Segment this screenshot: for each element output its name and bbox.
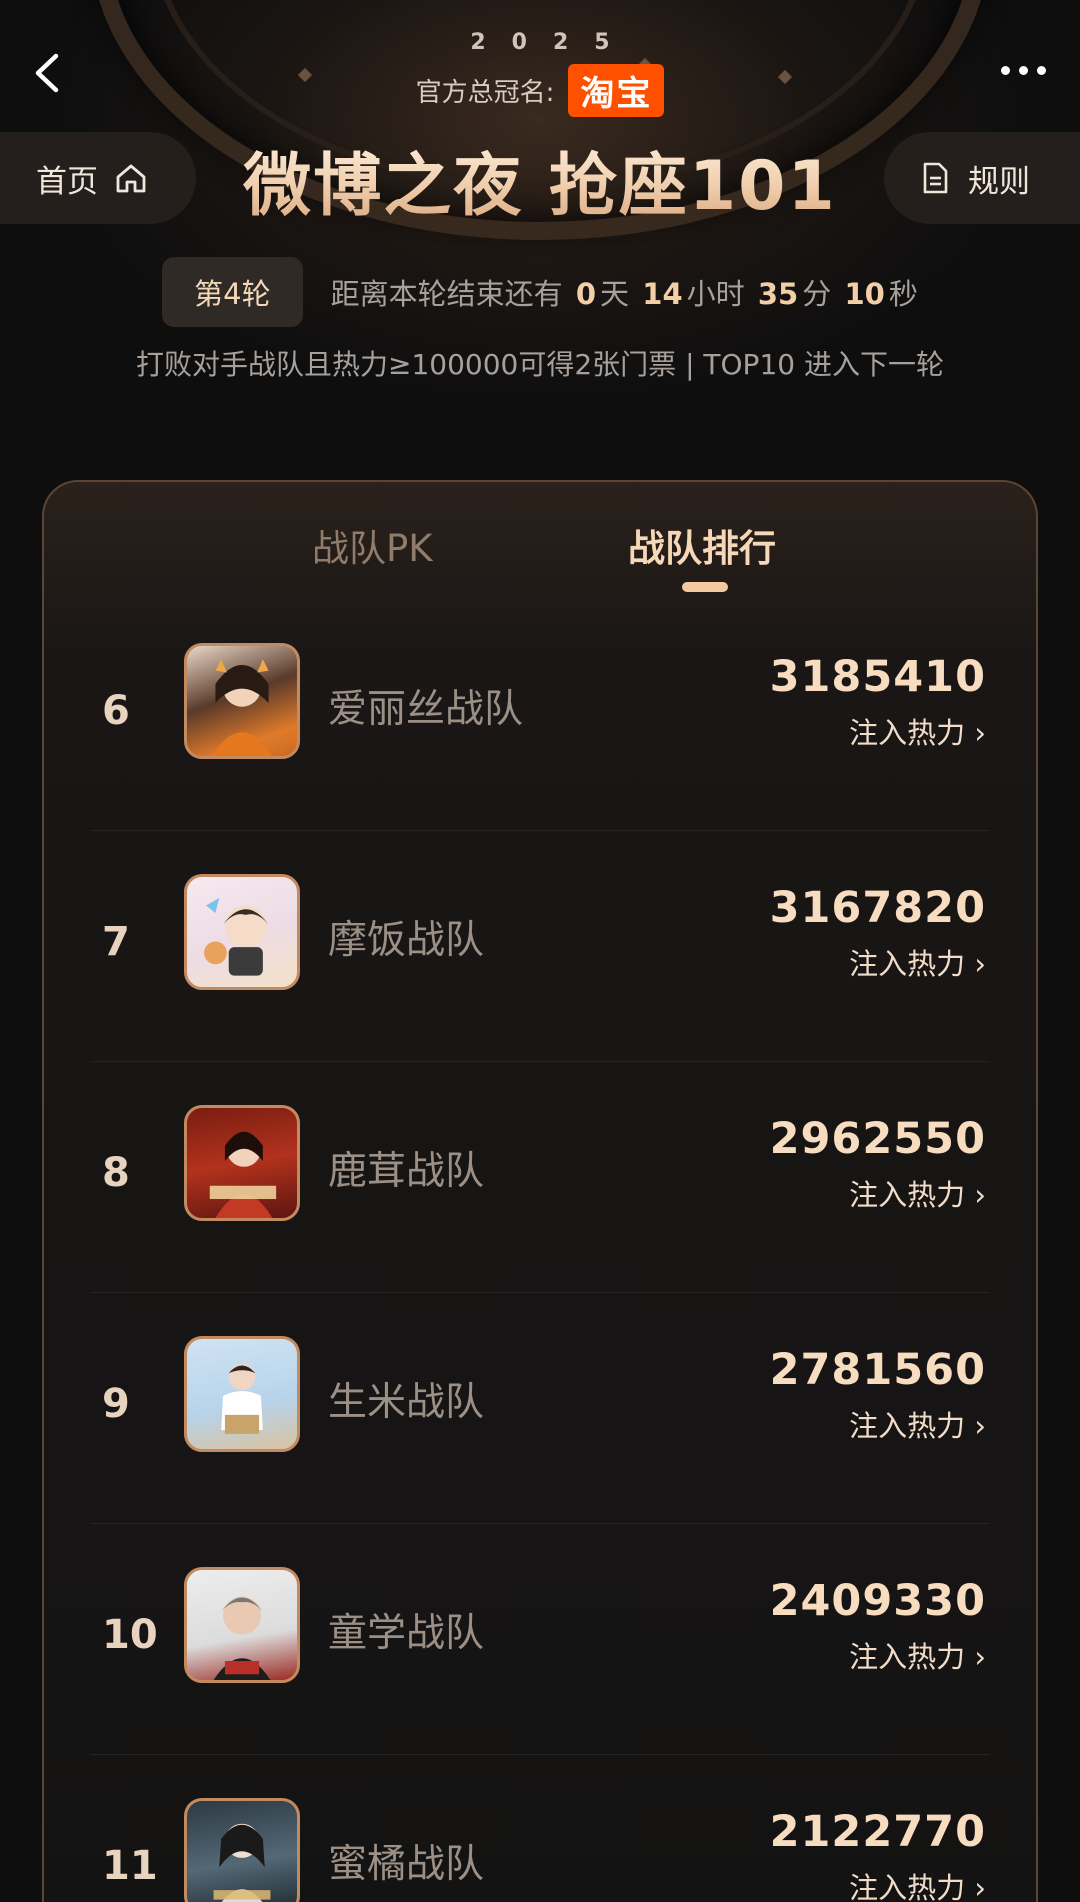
team-avatar: [184, 1105, 300, 1221]
rank-number: 10: [102, 1612, 158, 1658]
inject-heat-link[interactable]: 注入热力 ›: [849, 710, 986, 752]
team-name: 鹿茸战队: [328, 1149, 485, 1194]
rank-number: 9: [102, 1381, 130, 1427]
team-name: 摩饭战队: [328, 918, 485, 963]
page: 2025 官方总冠名: 淘宝 首页 规则 微博之夜 抢座101 第4轮 距离本轮…: [0, 0, 1080, 1902]
round-rule-text: 打败对手战队且热力≥100000可得2张门票 | TOP10 进入下一轮: [136, 348, 944, 381]
team-avatar: [184, 1336, 300, 1452]
list-item[interactable]: 8 鹿茸战队 2962550 注入热力 ›: [42, 1062, 1038, 1293]
team-name: 生米战队: [328, 1380, 485, 1425]
rank-number: 7: [102, 919, 130, 965]
rank-number: 6: [102, 688, 130, 734]
inject-heat-link[interactable]: 注入热力 ›: [849, 941, 986, 983]
inject-heat-link[interactable]: 注入热力 ›: [849, 1172, 986, 1214]
team-name: 爱丽丝战队: [328, 687, 524, 732]
round-badge: 第4轮: [162, 257, 303, 327]
avatar-poster-icon: [209, 1131, 277, 1218]
team-heat-score: 3185410: [769, 652, 986, 702]
team-avatar: [184, 643, 300, 759]
team-avatar: [184, 1567, 300, 1683]
team-avatar: [184, 874, 300, 990]
countdown-prefix: 距离本轮结束还有: [330, 277, 563, 311]
countdown: 距离本轮结束还有 0天 14 小时 35 分 10 秒: [331, 271, 918, 313]
list-item[interactable]: 6 爱丽丝战队 3185410 注入热力 ›: [42, 600, 1038, 831]
days-unit: 天: [600, 277, 630, 311]
team-heat-score: 2962550: [769, 1114, 986, 1164]
inject-heat-link[interactable]: 注入热力 ›: [849, 1403, 986, 1445]
team-heat-score: 2781560: [769, 1345, 986, 1395]
hours-unit: 小时: [686, 277, 745, 311]
avatar-person-icon: [213, 1596, 271, 1680]
inject-heat-link[interactable]: 注入热力 ›: [849, 1865, 986, 1902]
round-info: 第4轮 距离本轮结束还有 0天 14 小时 35 分 10 秒: [0, 257, 1080, 327]
team-name: 蜜橘战队: [328, 1842, 485, 1887]
countdown-seconds: 10: [844, 277, 885, 311]
list-item[interactable]: 9 生米战队 2781560 注入热力 ›: [42, 1293, 1038, 1524]
page-title: 微博之夜 抢座101: [0, 130, 1080, 229]
event-year: 2025: [470, 30, 636, 55]
avatar-cartoon-icon: [204, 897, 269, 976]
avatar-person-icon: [221, 1363, 263, 1434]
avatar-figure-icon: [211, 659, 273, 756]
sponsor-label: 官方总冠名:: [415, 78, 555, 108]
avatar-poster-icon: [213, 1823, 271, 1902]
countdown-hours: 14: [642, 277, 683, 311]
team-name: 童学战队: [328, 1611, 485, 1656]
sponsor: 官方总冠名: 淘宝: [0, 64, 1080, 117]
active-tab-indicator: [682, 582, 728, 592]
countdown-minutes: 35: [757, 277, 799, 311]
team-heat-score: 2409330: [769, 1576, 986, 1626]
team-avatar: [184, 1798, 300, 1902]
list-item[interactable]: 7 摩饭战队 3167820 注入热力 ›: [42, 831, 1038, 1062]
sponsor-logo: 淘宝: [568, 64, 665, 117]
seconds-unit: 秒: [888, 277, 918, 311]
minutes-unit: 分: [802, 277, 832, 311]
rank-number: 8: [102, 1150, 130, 1196]
tab-team-pk[interactable]: 战队PK: [312, 518, 433, 572]
team-heat-score: 3167820: [769, 883, 986, 933]
list-item[interactable]: 11 蜜橘战队 2122770 注入热力 ›: [42, 1755, 1038, 1902]
countdown-days: 0: [575, 277, 597, 311]
list-item[interactable]: 10 童学战队 2409330 注入热力 ›: [42, 1524, 1038, 1755]
team-heat-score: 2122770: [769, 1807, 986, 1857]
rank-number: 11: [102, 1843, 158, 1889]
inject-heat-link[interactable]: 注入热力 ›: [849, 1634, 986, 1676]
tab-bar: 战队PK 战队排行: [44, 482, 1036, 602]
tab-team-ranking[interactable]: 战队排行: [628, 518, 776, 572]
